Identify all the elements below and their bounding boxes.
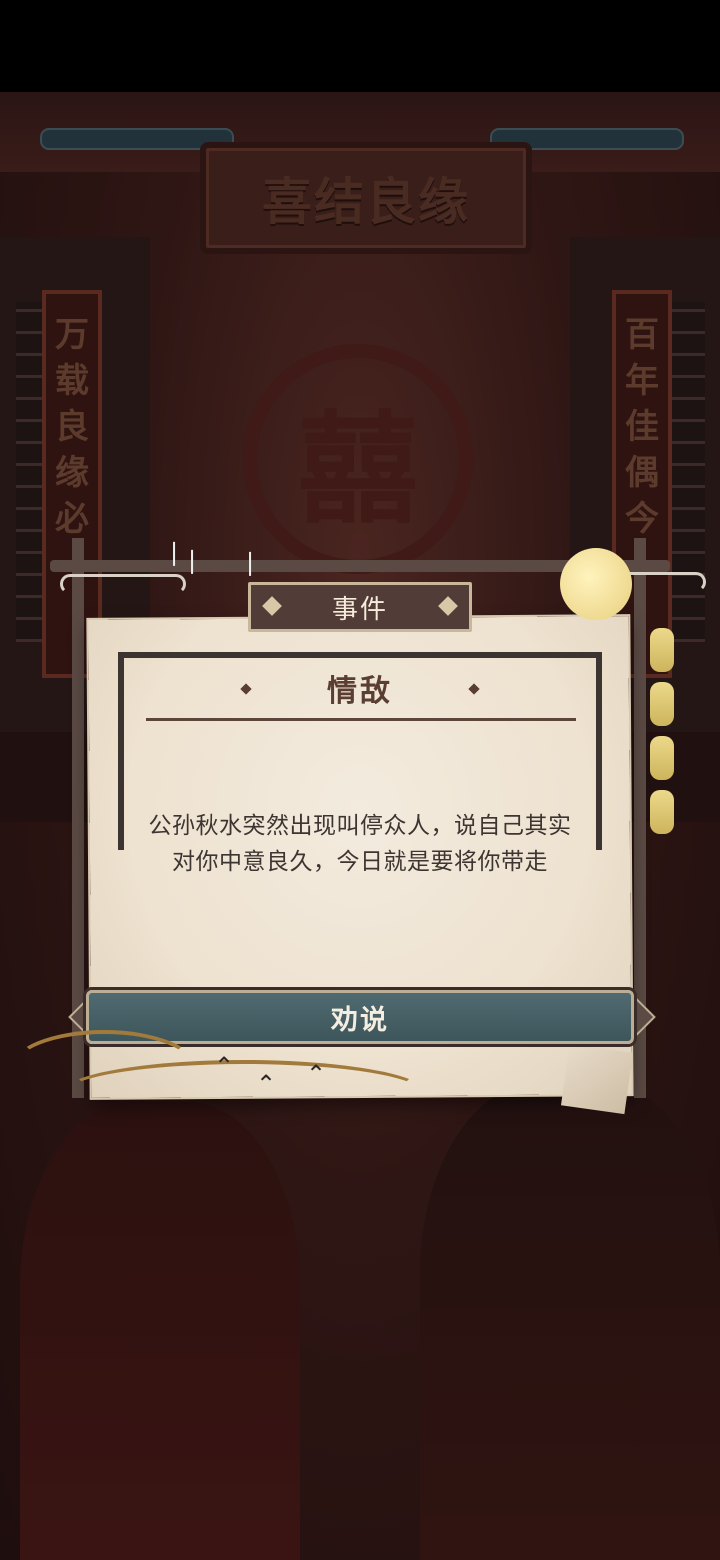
inner-frame-left: [118, 654, 124, 850]
inner-frame-top: [118, 652, 602, 658]
diamond-icon: [468, 683, 480, 695]
diamond-icon: [240, 683, 252, 695]
bird-icon: ❘: [182, 546, 203, 574]
event-tag-label: 事件: [331, 594, 388, 625]
persuade-button[interactable]: 劝说: [86, 990, 634, 1044]
inner-frame-right: [596, 654, 602, 850]
paper-fold: [560, 1043, 634, 1115]
lantern-icon: [650, 790, 674, 834]
lantern-icon: [650, 628, 674, 672]
event-tag: 事件: [248, 582, 472, 632]
lantern-icon: [650, 682, 674, 726]
diamond-icon: [438, 596, 458, 616]
event-title: 情敌: [240, 664, 480, 712]
crane-icon: ⌃: [256, 1070, 277, 1098]
moon-icon: [560, 548, 632, 620]
gold-swirl-ornament: [60, 1060, 428, 1128]
event-description: 公孙秋水突然出现叫停众人，说自己其实对你中意良久，今日就是要将你带走: [148, 813, 572, 875]
persuade-button-label: 劝说: [331, 1004, 389, 1036]
cloud-ornament-left: [60, 574, 186, 594]
event-dialog: ❘ ❘ ❘ 事件 情敌 公孙秋水突然出现叫停众人，说自己其实对你中意良久，今日就…: [0, 0, 720, 1560]
title-divider: [146, 718, 576, 721]
event-title-text: 情敌: [327, 674, 393, 709]
crane-icon: ⌃: [306, 1060, 327, 1088]
crane-icon: ⌃: [214, 1052, 235, 1080]
bird-icon: ❘: [240, 548, 261, 576]
lantern-icon: [650, 736, 674, 780]
diamond-icon: [262, 596, 282, 616]
